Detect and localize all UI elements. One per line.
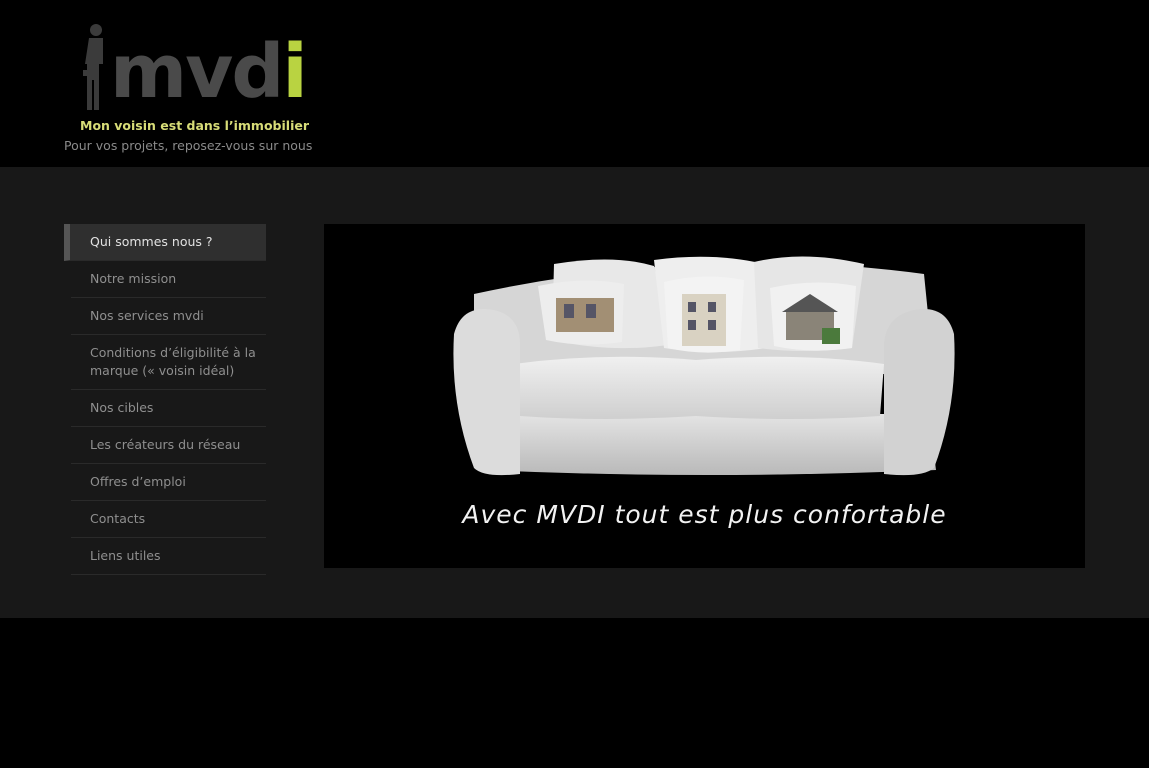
sidebar-item-createurs-reseau[interactable]: Les créateurs du réseau: [71, 427, 266, 464]
sidebar-item-conditions-eligibilite[interactable]: Conditions d’éligibilité à la marque (« …: [71, 335, 266, 390]
logo-wordmark: mvdi: [110, 29, 308, 115]
main-content-band: Qui sommes nous ? Notre mission Nos serv…: [0, 167, 1149, 618]
sidebar-item-contacts[interactable]: Contacts: [71, 501, 266, 538]
sidebar-item-qui-sommes-nous[interactable]: Qui sommes nous ?: [64, 224, 266, 261]
sidebar-item-notre-mission[interactable]: Notre mission: [71, 261, 266, 298]
sidebar-item-offres-emploi[interactable]: Offres d’emploi: [71, 464, 266, 501]
sidebar-item-nos-services[interactable]: Nos services mvdi: [71, 298, 266, 335]
person-silhouette-icon: [83, 24, 103, 110]
site-logo[interactable]: mvdi Mon voisin est dans l’immobilier Po…: [64, 22, 326, 156]
sidebar-menu: Qui sommes nous ? Notre mission Nos serv…: [64, 224, 266, 575]
sidebar-item-nos-cibles[interactable]: Nos cibles: [71, 390, 266, 427]
hero-banner: Avec MVDI tout est plus confortable: [324, 224, 1085, 568]
logo-tagline: Mon voisin est dans l’immobilier: [80, 118, 309, 133]
hero-caption: Avec MVDI tout est plus confortable: [462, 500, 947, 529]
logo-slogan: Pour vos projets, reposez-vous sur nous: [64, 138, 313, 153]
sidebar-item-liens-utiles[interactable]: Liens utiles: [71, 538, 266, 575]
site-header: mvdi Mon voisin est dans l’immobilier Po…: [0, 0, 1149, 167]
